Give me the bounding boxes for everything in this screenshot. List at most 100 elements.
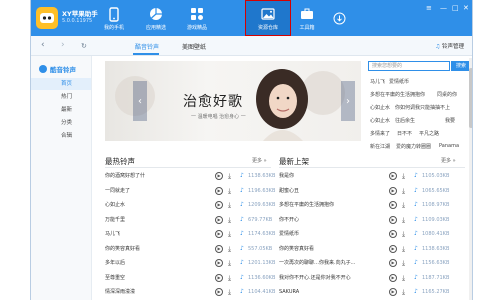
refresh-icon[interactable]: ↻ bbox=[81, 42, 87, 50]
banner-prev-button[interactable]: ‹ bbox=[133, 81, 147, 121]
new-more-link[interactable]: 更多 » bbox=[441, 157, 456, 164]
nav-my-phone[interactable]: 我的手机 bbox=[94, 0, 134, 36]
bell-icon[interactable]: ♪ bbox=[240, 274, 247, 282]
back-arrow-icon[interactable]: ‹ bbox=[41, 40, 45, 50]
song-row[interactable]: 心如止水 ▶ ⤓ ♪ 1209.63KB bbox=[105, 199, 275, 211]
nav-resources[interactable]: 资源仓库 bbox=[245, 0, 291, 36]
download-icon[interactable]: ⤓ bbox=[228, 243, 231, 255]
sidebar-item-new[interactable]: 最新 bbox=[31, 104, 91, 116]
hot-keyword[interactable]: 心如止水 bbox=[370, 117, 390, 124]
bell-icon[interactable]: ♪ bbox=[414, 172, 421, 180]
bell-icon[interactable]: ♪ bbox=[240, 187, 247, 195]
download-icon[interactable]: ⤓ bbox=[228, 214, 231, 226]
hot-keyword[interactable]: Panama bbox=[439, 143, 459, 149]
hot-keyword[interactable]: 日不不 bbox=[397, 130, 412, 137]
sidebar-item-collection[interactable]: 合辑 bbox=[31, 130, 91, 142]
hot-keyword[interactable]: 爱的魔力转圈圈 bbox=[396, 143, 431, 150]
bell-icon[interactable]: ♪ bbox=[414, 230, 421, 238]
play-icon[interactable]: ▶ bbox=[389, 244, 397, 253]
song-row[interactable]: 我是你 ▶ ⤓ ♪ 1105.03KB bbox=[279, 170, 449, 182]
song-row[interactable]: 你的笑容真好看 ▶ ⤓ ♪ 557.05KB bbox=[105, 243, 272, 255]
hot-keyword[interactable]: 你如何调我只能抽抽不上 bbox=[395, 104, 450, 111]
forward-arrow-icon[interactable]: › bbox=[61, 40, 65, 50]
sidebar-item-home[interactable]: 首页 bbox=[31, 78, 91, 90]
bell-icon[interactable]: ♪ bbox=[414, 288, 421, 296]
bell-icon[interactable]: ♪ bbox=[414, 201, 421, 209]
download-icon[interactable]: ⤓ bbox=[228, 185, 231, 197]
play-icon[interactable]: ▶ bbox=[389, 273, 397, 282]
sidebar-item-category[interactable]: 分类 bbox=[31, 117, 91, 129]
bell-icon[interactable]: ♪ bbox=[240, 201, 247, 209]
play-icon[interactable]: ▶ bbox=[389, 215, 397, 224]
song-row[interactable]: 万能千里 ▶ ⤓ ♪ 679.77KB bbox=[105, 214, 272, 226]
download-icon[interactable]: ⤓ bbox=[228, 286, 231, 298]
tab-ringtones[interactable]: 酷音铃声 bbox=[135, 42, 159, 51]
banner-next-button[interactable]: › bbox=[341, 81, 355, 121]
hot-keyword[interactable]: 爱情纸币 bbox=[389, 78, 409, 85]
song-row[interactable]: 爱情纸币 ▶ ⤓ ♪ 1080.41KB bbox=[279, 228, 449, 240]
search-button[interactable]: 搜索 bbox=[451, 61, 471, 71]
hot-keyword[interactable]: 同桌的你 bbox=[437, 91, 457, 98]
bell-icon[interactable]: ♪ bbox=[240, 245, 247, 253]
download-icon[interactable]: ⤓ bbox=[402, 286, 405, 298]
download-icon[interactable]: ⤓ bbox=[402, 257, 405, 269]
song-row[interactable]: 至尊重空 ▶ ⤓ ♪ 1136.60KB bbox=[105, 272, 275, 284]
song-row[interactable]: 一次再次的聊聊…你我来.向丸子... ▶ ⤓ ♪ 1156.63KB bbox=[279, 257, 449, 269]
search-input[interactable]: 搜索您想要的 bbox=[368, 61, 450, 71]
play-icon[interactable]: ▶ bbox=[389, 288, 397, 296]
ring-settings-link[interactable]: ♫ 铃声管理 bbox=[435, 42, 464, 50]
hot-keyword[interactable]: 我要 bbox=[445, 117, 455, 124]
hot-more-link[interactable]: 更多 » bbox=[252, 157, 267, 164]
play-icon[interactable]: ▶ bbox=[215, 230, 223, 238]
download-icon[interactable]: ⤓ bbox=[402, 170, 405, 182]
hot-keyword[interactable]: 平凡之路 bbox=[419, 130, 439, 137]
hot-keyword[interactable]: 心如止水 bbox=[370, 104, 390, 111]
hot-keyword[interactable]: 新在江湖 bbox=[370, 143, 390, 150]
bell-icon[interactable]: ♪ bbox=[414, 259, 421, 267]
bell-icon[interactable]: ♪ bbox=[240, 216, 247, 224]
bell-icon[interactable]: ♪ bbox=[414, 187, 421, 195]
play-icon[interactable]: ▶ bbox=[389, 172, 397, 180]
download-icon[interactable]: ⤓ bbox=[228, 228, 231, 240]
menu-button[interactable]: ≡ bbox=[426, 4, 432, 12]
close-button[interactable]: ✕ bbox=[463, 4, 469, 12]
bell-icon[interactable]: ♪ bbox=[414, 274, 421, 282]
hot-keyword[interactable]: 多情来了 bbox=[370, 130, 390, 137]
download-icon[interactable]: ⤓ bbox=[402, 199, 405, 211]
play-icon[interactable]: ▶ bbox=[215, 172, 223, 180]
bell-icon[interactable]: ♪ bbox=[240, 259, 247, 267]
play-icon[interactable]: ▶ bbox=[389, 201, 397, 209]
bell-icon[interactable]: ♪ bbox=[240, 288, 247, 296]
play-icon[interactable]: ▶ bbox=[389, 259, 397, 267]
banner-carousel[interactable]: 治愈好歌 一 温暖电唱 治愈身心 一 ‹ › bbox=[105, 61, 361, 141]
song-row[interactable]: 多想在平庸的生活拥抱你 ▶ ⤓ ♪ 1108.97KB bbox=[279, 199, 449, 211]
hot-keyword[interactable]: 往后余生 bbox=[395, 117, 415, 124]
play-icon[interactable]: ▶ bbox=[215, 215, 223, 224]
download-icon[interactable]: ⤓ bbox=[228, 272, 231, 284]
download-icon[interactable]: ⤓ bbox=[402, 185, 405, 197]
bell-icon[interactable]: ♪ bbox=[240, 172, 247, 180]
play-icon[interactable]: ▶ bbox=[215, 186, 223, 195]
song-row[interactable]: 马儿飞 ▶ ⤓ ♪ 1174.63KB bbox=[105, 228, 275, 240]
nav-toolbox[interactable]: 工具箱 bbox=[287, 0, 327, 36]
song-row[interactable]: 你不开心 ▶ ⤓ ♪ 1109.03KB bbox=[279, 214, 449, 226]
song-row[interactable]: 甜蜜心丑 ▶ ⤓ ♪ 1065.65KB bbox=[279, 185, 449, 197]
download-icon[interactable]: ⤓ bbox=[402, 228, 405, 240]
scrollbar[interactable] bbox=[469, 58, 472, 300]
maximize-button[interactable]: □ bbox=[452, 4, 459, 12]
hot-keyword[interactable]: 马儿飞 bbox=[370, 78, 385, 85]
nav-apps[interactable]: 应用精选 bbox=[136, 0, 176, 36]
download-manager-button[interactable] bbox=[331, 0, 345, 36]
download-icon[interactable]: ⤓ bbox=[402, 214, 405, 226]
play-icon[interactable]: ▶ bbox=[389, 230, 397, 238]
download-icon[interactable]: ⤓ bbox=[228, 199, 231, 211]
song-row[interactable]: 多年以后 ▶ ⤓ ♪ 1201.13KB bbox=[105, 257, 275, 269]
download-icon[interactable]: ⤓ bbox=[228, 257, 231, 269]
minimize-button[interactable]: — bbox=[440, 4, 447, 12]
play-icon[interactable]: ▶ bbox=[215, 259, 223, 267]
hot-keyword[interactable]: 多想在平庸的生活拥抱你 bbox=[370, 91, 425, 98]
play-icon[interactable]: ▶ bbox=[215, 201, 223, 209]
song-row[interactable]: 情深深雨濛濛 ▶ ⤓ ♪ 1104.41KB bbox=[105, 286, 275, 298]
download-icon[interactable]: ⤓ bbox=[402, 243, 405, 255]
play-icon[interactable]: ▶ bbox=[215, 288, 223, 296]
